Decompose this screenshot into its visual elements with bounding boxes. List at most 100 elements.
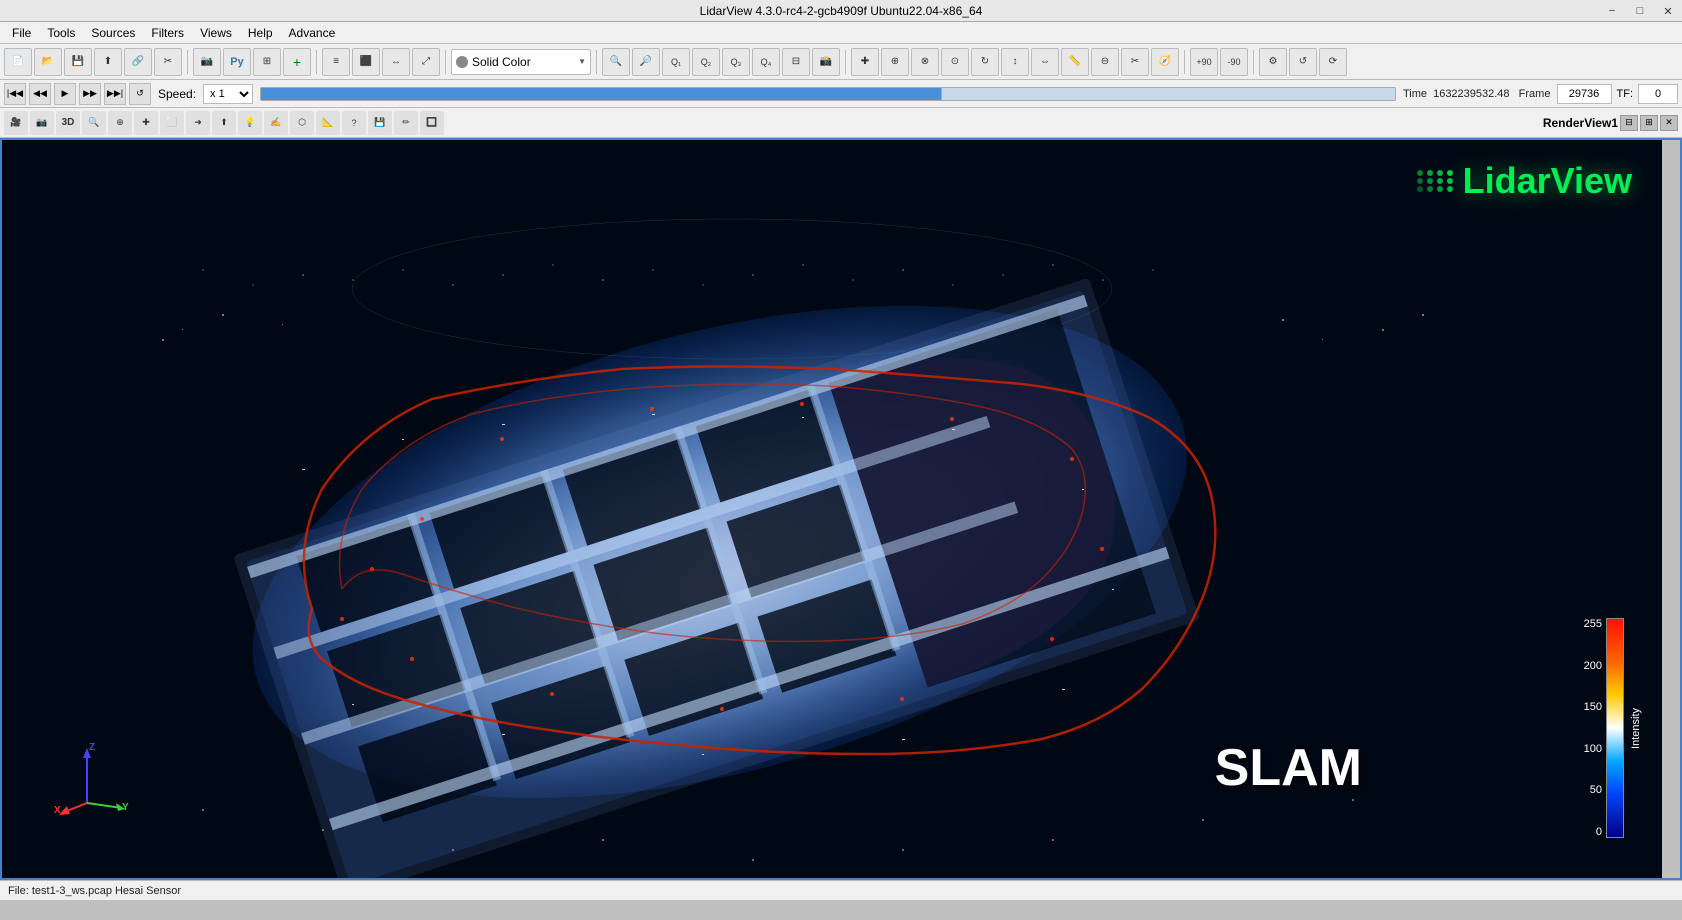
render-viewport[interactable]: LidarView SLAM 255 200 150 100 50 0 Inte… — [2, 140, 1662, 878]
reset-view-button[interactable]: ⊟ — [782, 48, 810, 76]
link-button[interactable]: 🔗 — [124, 48, 152, 76]
view-3-button[interactable]: Q₃ — [722, 48, 750, 76]
rot-neg90-button[interactable]: -90 — [1220, 48, 1248, 76]
pipeline-button[interactable]: ≡ — [322, 48, 350, 76]
speed-label: Speed: — [158, 87, 196, 101]
menu-sources[interactable]: Sources — [83, 24, 143, 42]
annotation-button[interactable]: ✍ — [264, 111, 288, 135]
view-1-button[interactable]: Q₁ — [662, 48, 690, 76]
icon-btn17[interactable]: 🔲 — [420, 111, 444, 135]
view-4-button[interactable]: Q₄ — [752, 48, 780, 76]
title-bar: LidarView 4.3.0-rc4-2-gcb4909f Ubuntu22.… — [0, 0, 1682, 22]
rot-plus90-button[interactable]: +90 — [1190, 48, 1218, 76]
add-button[interactable]: + — [283, 48, 311, 76]
clip-button[interactable]: ✂ — [1121, 48, 1149, 76]
zoom-out-button[interactable]: 🔎 — [632, 48, 660, 76]
separator3 — [445, 50, 446, 74]
zoom-select-button[interactable]: ⊗ — [911, 48, 939, 76]
camera-button[interactable]: 📸 — [812, 48, 840, 76]
interaction-button[interactable]: ✚ — [851, 48, 879, 76]
layout-button[interactable]: ⊞ — [253, 48, 281, 76]
time-value: 1632239532.48 — [1433, 88, 1509, 100]
reset-axes-button[interactable]: ✚ — [134, 111, 158, 135]
axis-svg: Z X Y — [52, 738, 132, 818]
orientation-button[interactable]: 🧭 — [1151, 48, 1179, 76]
orient-y-button[interactable]: ⬆ — [212, 111, 236, 135]
python-button[interactable]: Py — [223, 48, 251, 76]
reload-button[interactable]: ↺ — [1289, 48, 1317, 76]
separator4 — [596, 50, 597, 74]
speed-select[interactable]: x 1 x 2 x 0.5 — [203, 84, 253, 104]
split-vertical-btn[interactable]: ⊞ — [1640, 115, 1658, 131]
window-controls: − □ ✕ — [1598, 0, 1682, 22]
settings-button[interactable]: ⚙ — [1259, 48, 1287, 76]
maximize-button[interactable]: □ — [1626, 0, 1654, 22]
view-toolbar: 🎥 📷 3D 🔍 ⊕ ✚ ⬜ ➜ ⬆ 💡 ✍ ⬡ 📐 ? 💾 ✏ 🔲 Rende… — [0, 108, 1682, 138]
save-button[interactable]: 💾 — [64, 48, 92, 76]
menu-tools[interactable]: Tools — [39, 24, 83, 42]
transform-button[interactable]: ↔ — [382, 48, 410, 76]
lighting-button[interactable]: 💡 — [238, 111, 262, 135]
split-horizontal-btn[interactable]: ⊟ — [1620, 115, 1638, 131]
next-frame-button[interactable]: ▶▶ — [79, 83, 101, 105]
measure-button[interactable]: 📏 — [1061, 48, 1089, 76]
close-button[interactable]: ✕ — [1654, 0, 1682, 22]
play-button[interactable]: ▶ — [54, 83, 76, 105]
timeline-bar[interactable] — [260, 87, 1396, 101]
screenshot-button[interactable]: 📷 — [30, 111, 54, 135]
menu-bar: File Tools Sources Filters Views Help Ad… — [0, 22, 1682, 44]
save-view-btn[interactable]: 💾 — [368, 111, 392, 135]
close-render-btn[interactable]: ✕ — [1660, 115, 1678, 131]
go-start-button[interactable]: |◀◀ — [4, 83, 26, 105]
svg-text:Y: Y — [122, 802, 129, 813]
menu-file[interactable]: File — [4, 24, 39, 42]
playback-toolbar: |◀◀ ◀◀ ▶ ▶▶ ▶▶| ↺ Speed: x 1 x 2 x 0.5 T… — [0, 80, 1682, 108]
colorbar: 255 200 150 100 50 0 Intensity — [1584, 618, 1642, 838]
measure-btn2[interactable]: 📐 — [316, 111, 340, 135]
crop-button[interactable]: ✂ — [154, 48, 182, 76]
point-cloud-view — [2, 140, 1662, 878]
status-text: File: test1-3_ws.pcap Hesai Sensor — [8, 885, 181, 897]
menu-advance[interactable]: Advance — [281, 24, 344, 42]
show-bounds-button[interactable]: ⬜ — [160, 111, 184, 135]
refresh-button[interactable]: ⟳ — [1319, 48, 1347, 76]
orient-x-button[interactable]: ➜ — [186, 111, 210, 135]
frame-input[interactable] — [1557, 84, 1612, 104]
translate-button[interactable]: ↕ — [1001, 48, 1029, 76]
slam-label: SLAM — [1215, 738, 1362, 798]
edge-button[interactable]: ⬡ — [290, 111, 314, 135]
3d-toggle[interactable]: 3D — [56, 111, 80, 135]
rotate-button[interactable]: ↻ — [971, 48, 999, 76]
pick-center-button[interactable]: ⊕ — [108, 111, 132, 135]
view-2-button[interactable]: Q₂ — [692, 48, 720, 76]
loop-button[interactable]: ↺ — [129, 83, 151, 105]
logo-text: LidarView — [1463, 160, 1632, 202]
scale-button[interactable]: ⇔ — [1031, 48, 1059, 76]
go-end-button[interactable]: ▶▶| — [104, 83, 126, 105]
zoom-in-button[interactable]: 🔍 — [602, 48, 630, 76]
minimize-button[interactable]: − — [1598, 0, 1626, 22]
edit-btn[interactable]: ✏ — [394, 111, 418, 135]
extract-button[interactable]: ⬛ — [352, 48, 380, 76]
slice-button[interactable]: ⊖ — [1091, 48, 1119, 76]
main-toolbar: 📄 📂 💾 ⬆ 🔗 ✂ 📷 Py ⊞ + ≡ ⬛ ↔ ⤢ Solid Color… — [0, 44, 1682, 80]
separator5 — [845, 50, 846, 74]
camera-reset-button[interactable]: 🎥 — [4, 111, 28, 135]
new-button[interactable]: 📄 — [4, 48, 32, 76]
open-button[interactable]: 📂 — [34, 48, 62, 76]
help-btn2[interactable]: ? — [342, 111, 366, 135]
menu-filters[interactable]: Filters — [143, 24, 192, 42]
color-dropdown[interactable]: Solid Color ▼ — [451, 49, 591, 75]
menu-help[interactable]: Help — [240, 24, 281, 42]
menu-views[interactable]: Views — [192, 24, 240, 42]
zoom-fit-button[interactable]: 🔍 — [82, 111, 106, 135]
tf-input[interactable] — [1638, 84, 1678, 104]
capture-button[interactable]: 📷 — [193, 48, 221, 76]
move-button[interactable]: ⤢ — [412, 48, 440, 76]
colorbar-gradient — [1606, 618, 1624, 838]
upload-button[interactable]: ⬆ — [94, 48, 122, 76]
pick-button[interactable]: ⊙ — [941, 48, 969, 76]
prev-frame-button[interactable]: ◀◀ — [29, 83, 51, 105]
select-button[interactable]: ⊕ — [881, 48, 909, 76]
separator7 — [1253, 50, 1254, 74]
